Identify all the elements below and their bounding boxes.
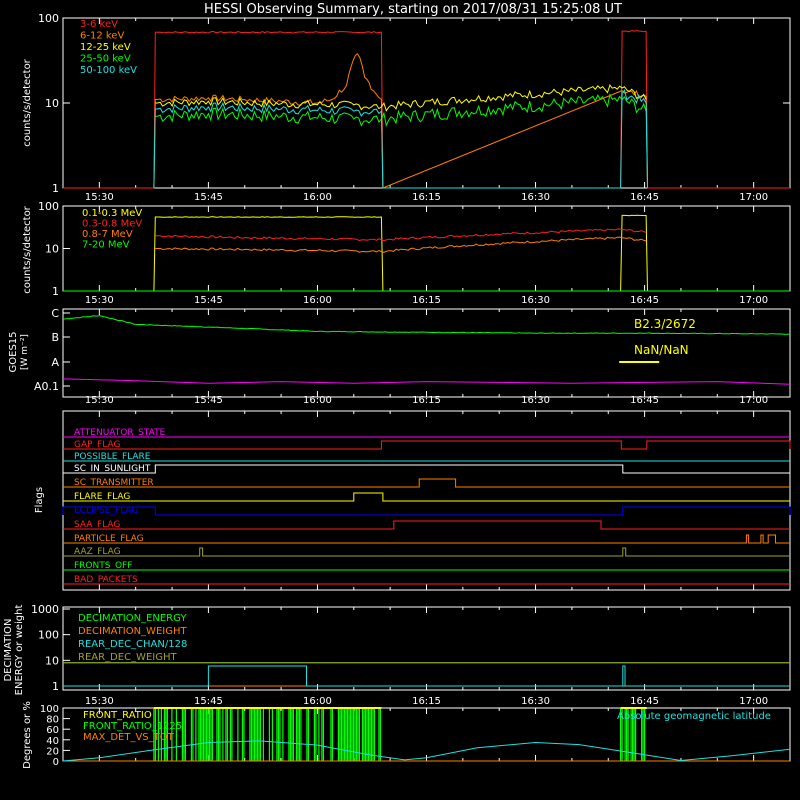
y-axis-label: [W m⁻²] xyxy=(20,334,30,370)
y-tick-label: 80 xyxy=(46,715,59,726)
panel2-legend-entry: 0.3-0.8 MeV xyxy=(82,219,142,230)
flag-label: PARTICLE_FLAG xyxy=(74,534,144,544)
background xyxy=(0,0,800,800)
panel1-legend-entry: 50-100 keV xyxy=(80,65,137,76)
flag-label: FRONTS_OFF xyxy=(74,561,132,571)
x-tick-label: 16:45 xyxy=(630,192,659,203)
panel1-legend-entry: 12-25 keV xyxy=(80,42,131,53)
x-tick-label: 15:45 xyxy=(194,395,223,406)
latitude-annotation: Absolute geomagnetic latitude xyxy=(617,711,771,722)
y-axis-label: ENERGY or weight xyxy=(14,605,25,696)
goes-annotation: B2.3/2672 xyxy=(634,317,696,331)
y-axis-label: GOES15 xyxy=(8,331,19,372)
y-axis-label: DECIMATION xyxy=(3,618,14,681)
x-tick-label: 16:45 xyxy=(630,295,659,306)
panel2-legend-entry: 0.8-7 MeV xyxy=(82,229,133,240)
x-tick-label: 16:15 xyxy=(412,696,441,707)
y-tick-label: A xyxy=(51,356,59,369)
x-tick-label: 16:30 xyxy=(521,395,550,406)
figure-title: HESSI Observing Summary, starting on 201… xyxy=(204,2,622,17)
x-tick-label: 17:00 xyxy=(739,395,768,406)
y-axis-label: counts/s/detector xyxy=(22,205,33,293)
y-tick-label: 1 xyxy=(52,285,59,298)
x-tick-label: 16:00 xyxy=(303,192,332,203)
panel2-legend-entry: 0.1-0.3 MeV xyxy=(82,208,142,219)
y-tick-label: 100 xyxy=(38,200,59,213)
y-tick-label: 10 xyxy=(45,97,59,110)
flag-label: BAD_PACKETS xyxy=(74,575,138,585)
x-tick-label: 16:00 xyxy=(303,395,332,406)
flag-label: SC_TRANSMITTER xyxy=(74,478,154,488)
x-tick-label: 15:45 xyxy=(194,295,223,306)
flag-label: FLARE_FLAG xyxy=(74,492,130,502)
panel5-legend-entry: REAR_DEC_WEIGHT xyxy=(78,652,177,663)
panel1-legend-entry: 6-12 keV xyxy=(80,31,124,42)
y-tick-label: 0 xyxy=(53,757,59,768)
x-tick-label: 15:30 xyxy=(85,696,114,707)
x-tick-label: 16:00 xyxy=(303,696,332,707)
panel6-legend-entry: FRONT_RATIO_1225 xyxy=(83,721,182,732)
x-tick-label: 17:00 xyxy=(739,696,768,707)
x-tick-label: 15:30 xyxy=(85,192,114,203)
flag-label: ECLIPSE_FLAG xyxy=(74,506,138,516)
y-tick-label: 1 xyxy=(52,182,59,195)
y-axis-label: Degrees or % xyxy=(22,701,33,769)
y-tick-label: 1 xyxy=(52,680,59,693)
y-tick-label: 1000 xyxy=(31,603,59,616)
goes-annotation: NaN/NaN xyxy=(634,343,689,357)
panel5-legend-entry: DECIMATION_WEIGHT xyxy=(78,626,187,637)
x-tick-label: 16:30 xyxy=(521,696,550,707)
flag-label: AAZ_FLAG xyxy=(74,547,121,557)
panel5-legend-entry: REAR_DEC_CHAN/128 xyxy=(78,639,187,650)
flag-label: ATTENUATOR_STATE xyxy=(74,428,166,438)
x-tick-label: 16:30 xyxy=(521,192,550,203)
x-tick-label: 15:45 xyxy=(194,192,223,203)
x-tick-label: 15:45 xyxy=(194,696,223,707)
x-tick-label: 17:00 xyxy=(739,295,768,306)
y-axis-label: counts/s/detector xyxy=(22,58,33,146)
panel6-legend-entry: MAX_DET_VS_TOT xyxy=(83,732,175,743)
y-tick-label: 100 xyxy=(38,629,59,642)
x-tick-label: 16:15 xyxy=(412,295,441,306)
y-tick-label: 60 xyxy=(46,725,59,736)
panel5-legend-entry: DECIMATION_ENERGY xyxy=(78,613,187,624)
flag-label: SAA_FLAG xyxy=(74,520,120,530)
panel1-legend-entry: 25-50 keV xyxy=(80,54,131,65)
x-tick-label: 16:45 xyxy=(630,395,659,406)
panel2-legend-entry: 7-20 MeV xyxy=(82,240,130,251)
panel6-legend-entry: FRONT_RATIO xyxy=(83,710,152,721)
y-tick-label: 10 xyxy=(45,243,59,256)
y-tick-label: 10 xyxy=(45,654,59,667)
x-tick-label: 15:30 xyxy=(85,395,114,406)
y-tick-label: 20 xyxy=(46,746,59,757)
y-tick-label: 100 xyxy=(40,704,59,715)
x-tick-label: 16:15 xyxy=(412,395,441,406)
flag-label: POSSIBLE_FLARE xyxy=(74,452,151,462)
y-tick-label: 100 xyxy=(38,12,59,25)
panel1-legend-entry: 3-6 keV xyxy=(80,19,118,30)
y-tick-label: 40 xyxy=(46,736,59,747)
y-axis-label: Flags xyxy=(34,487,45,513)
x-tick-label: 16:45 xyxy=(630,696,659,707)
x-tick-label: 16:30 xyxy=(521,295,550,306)
x-tick-label: 16:00 xyxy=(303,295,332,306)
x-tick-label: 17:00 xyxy=(739,192,768,203)
y-tick-label: A0.1 xyxy=(34,380,59,393)
y-tick-label: B xyxy=(51,331,59,344)
summary-figure: HESSI Observing Summary, starting on 201… xyxy=(0,0,800,800)
x-tick-label: 15:30 xyxy=(85,295,114,306)
x-tick-label: 16:15 xyxy=(412,192,441,203)
flag-label: SC_IN_SUNLIGHT xyxy=(74,464,151,474)
y-tick-label: C xyxy=(51,307,59,320)
flag-label: GAP_FLAG xyxy=(74,440,120,450)
